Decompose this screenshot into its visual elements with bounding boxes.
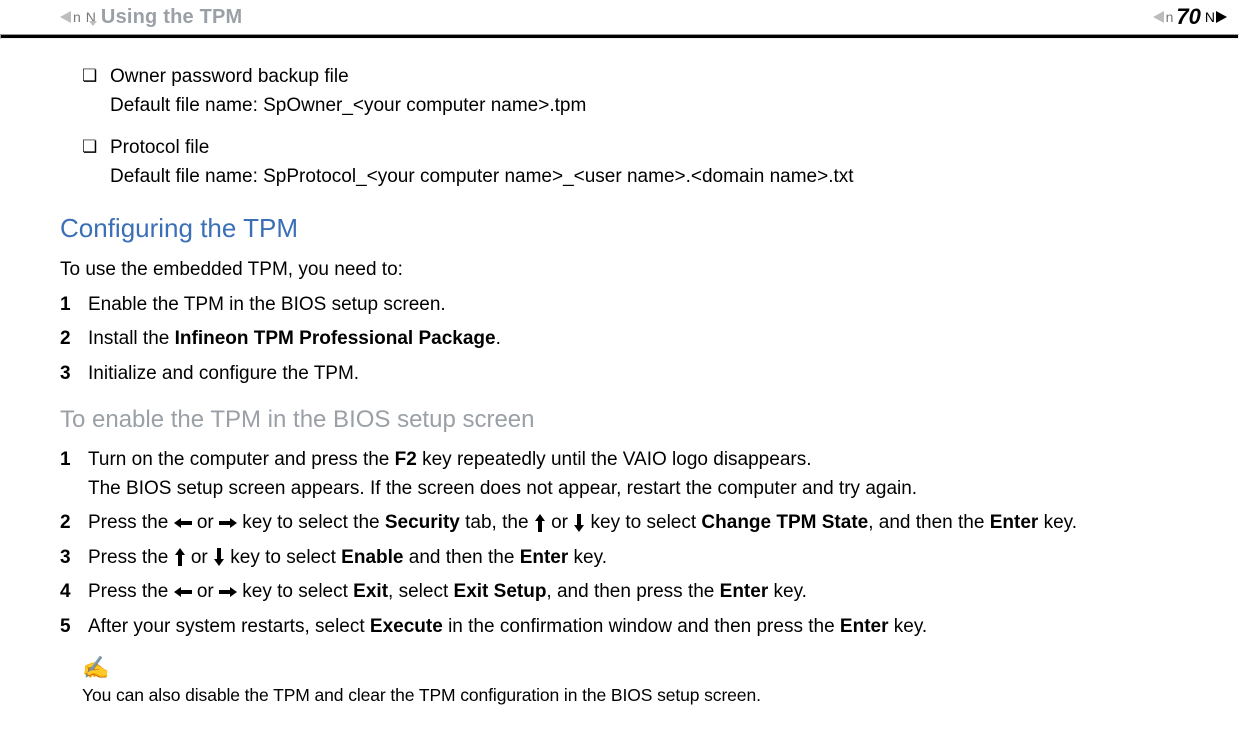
step-text: in the confirmation window and then pres… xyxy=(443,616,840,637)
note-icon: ✍ xyxy=(82,651,1179,684)
step-text: and then the xyxy=(403,547,519,568)
page-number: 70 xyxy=(1176,4,1200,30)
step-item: Press the or key to select Enable and th… xyxy=(60,544,1179,573)
arrow-left-icon xyxy=(174,517,192,529)
intro-para: To use the embedded TPM, you need to: xyxy=(60,256,1179,285)
step-text: key to select the xyxy=(237,512,385,533)
step-bold: Exit Setup xyxy=(454,581,547,602)
step-item: Press the or key to select Exit, select … xyxy=(60,578,1179,607)
step-text: Press the xyxy=(88,547,174,568)
step-item: Install the Infineon TPM Professional Pa… xyxy=(60,325,1179,354)
arrow-down-icon xyxy=(573,514,585,532)
step-text: Press the xyxy=(88,512,174,533)
arrow-down-icon xyxy=(213,548,225,566)
step-item: Initialize and configure the TPM. xyxy=(60,360,1179,389)
step-text: or xyxy=(546,512,573,533)
step-bold: Change TPM State xyxy=(701,512,868,533)
step-bold: Execute xyxy=(370,616,443,637)
step-item: Press the or key to select the Security … xyxy=(60,509,1179,538)
arrow-up-icon xyxy=(534,514,546,532)
nav-anchor-icon: N xyxy=(86,9,95,25)
step-bold: Exit xyxy=(353,581,388,602)
step-text: key to select xyxy=(225,547,341,568)
step-text: , and then the xyxy=(868,512,990,533)
document-page: n N Using the TPM n 70 N Owner password … xyxy=(0,0,1239,731)
header-right: n 70 N xyxy=(1153,4,1227,30)
heading-enable-bios: To enable the TPM in the BIOS setup scre… xyxy=(60,402,1179,438)
heading-configuring: Configuring the TPM xyxy=(60,209,1179,248)
step-item: Enable the TPM in the BIOS setup screen. xyxy=(60,291,1179,320)
step-text: key to select xyxy=(585,512,701,533)
step-bold: Enter xyxy=(520,547,569,568)
step-bold: Security xyxy=(385,512,460,533)
step-text: After your system restarts, select xyxy=(88,616,370,637)
step-text: , and then press the xyxy=(546,581,719,602)
step-text: key. xyxy=(889,616,928,637)
step-bold: Enter xyxy=(840,616,889,637)
step-text: or xyxy=(192,512,219,533)
step-text: Initialize and configure the TPM. xyxy=(88,363,359,384)
step-item: After your system restarts, select Execu… xyxy=(60,613,1179,642)
step-bold: Enter xyxy=(720,581,769,602)
note-block: ✍ You can also disable the TPM and clear… xyxy=(82,651,1179,711)
step-text: . xyxy=(496,328,501,349)
steps-configure: Enable the TPM in the BIOS setup screen.… xyxy=(60,291,1179,389)
step-bold: Infineon TPM Professional Package xyxy=(175,328,496,349)
step-bold: F2 xyxy=(395,449,417,470)
bullet-title: Owner password backup file xyxy=(110,63,1179,92)
step-text: key. xyxy=(1038,512,1077,533)
step-text: key. xyxy=(768,581,807,602)
page-content: Owner password backup file Default file … xyxy=(0,39,1239,731)
arrow-up-icon xyxy=(174,548,186,566)
step-bold: Enter xyxy=(990,512,1039,533)
nav-next-icon: N xyxy=(1205,9,1227,25)
step-text: Press the xyxy=(88,581,174,602)
step-text: tab, the xyxy=(460,512,534,533)
note-text: You can also disable the TPM and clear t… xyxy=(82,685,761,705)
step-text: key to select xyxy=(237,581,353,602)
arrow-right-icon xyxy=(219,517,237,529)
breadcrumb: Using the TPM xyxy=(101,6,243,29)
page-header: n N Using the TPM n 70 N xyxy=(0,0,1239,34)
step-text: , select xyxy=(388,581,453,602)
step-text: Enable the TPM in the BIOS setup screen. xyxy=(88,294,446,315)
step-bold: Enable xyxy=(341,547,403,568)
step-text: Turn on the computer and press the xyxy=(88,449,395,470)
steps-enable: Turn on the computer and press the F2 ke… xyxy=(60,446,1179,641)
arrow-left-icon xyxy=(174,586,192,598)
list-item: Owner password backup file Default file … xyxy=(82,63,1179,120)
arrow-right-icon xyxy=(219,586,237,598)
bullet-list: Owner password backup file Default file … xyxy=(82,63,1179,191)
step-text: Install the xyxy=(88,328,175,349)
list-item: Protocol file Default file name: SpProto… xyxy=(82,134,1179,191)
header-left: n N Using the TPM xyxy=(60,6,242,29)
step-text: key repeatedly until the VAIO logo disap… xyxy=(417,449,812,470)
bullet-title: Protocol file xyxy=(110,134,1179,163)
step-item: Turn on the computer and press the F2 ke… xyxy=(60,446,1179,503)
step-text: key. xyxy=(568,547,607,568)
bullet-sub: Default file name: SpProtocol_<your comp… xyxy=(110,163,1179,192)
nav-prev2-icon: n xyxy=(1153,9,1173,25)
nav-prev-icon: n xyxy=(60,9,80,25)
bullet-sub: Default file name: SpOwner_<your compute… xyxy=(110,92,1179,121)
step-text: or xyxy=(186,547,213,568)
step-text: The BIOS setup screen appears. If the sc… xyxy=(88,478,917,499)
step-text: or xyxy=(192,581,219,602)
